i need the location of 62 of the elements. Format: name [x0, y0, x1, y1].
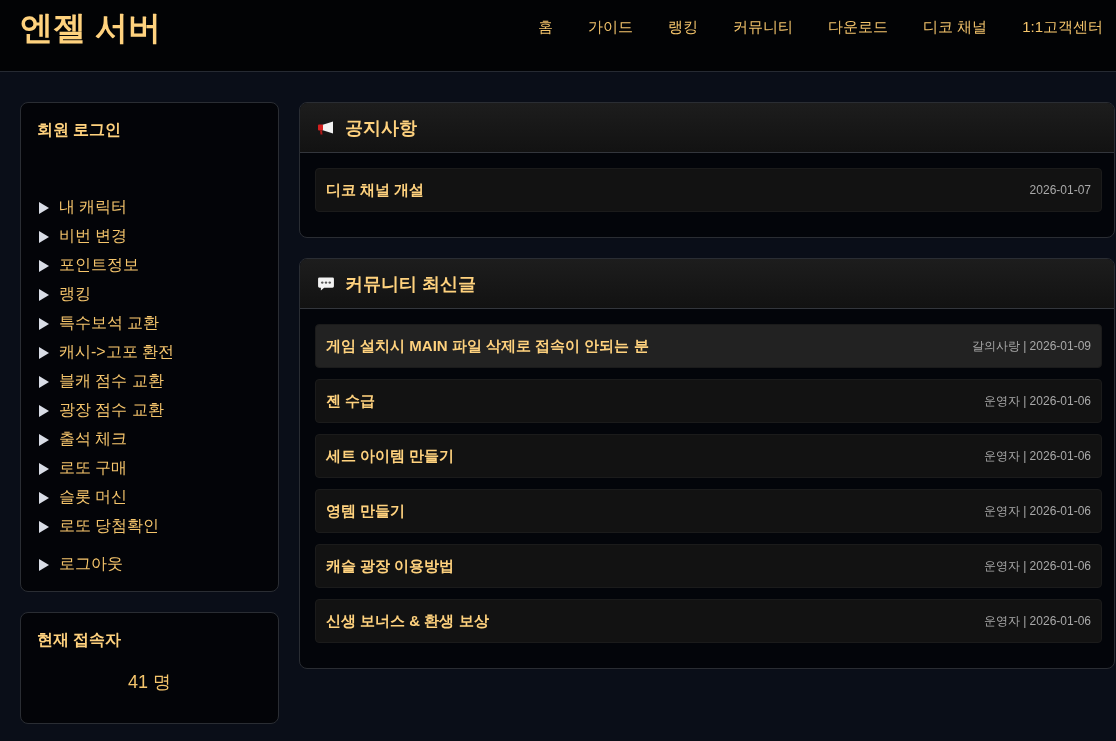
triangle-icon	[39, 317, 49, 330]
triangle-icon	[39, 375, 49, 388]
triangle-icon	[39, 491, 49, 504]
post-row[interactable]: 신생 보너스 & 환생 보상 운영자 | 2026-01-06	[315, 599, 1102, 643]
triangle-icon	[39, 259, 49, 272]
menu-link[interactable]: 로또 구매	[59, 458, 128, 479]
post-title[interactable]: 디코 채널 개설	[326, 180, 425, 200]
menu-link[interactable]: 내 캐릭터	[59, 197, 128, 218]
menu-link[interactable]: 로또 당첨확인	[59, 516, 160, 537]
post-row[interactable]: 게임 설치시 MAIN 파일 삭제로 접속이 안되는 분 갈의사랑 | 2026-01-09	[315, 324, 1102, 368]
triangle-icon	[39, 520, 49, 533]
site-logo[interactable]: 엔젤 서버	[20, 5, 162, 51]
board-title: 커뮤니티 최신글	[345, 272, 476, 296]
post-row[interactable]: 캐슬 광장 이용방법 운영자 | 2026-01-06	[315, 544, 1102, 588]
post-meta: 운영자 | 2026-01-06	[983, 447, 1091, 465]
post-title[interactable]: 젠 수급	[326, 391, 376, 411]
speech-bubble-icon	[317, 276, 335, 291]
menu-link[interactable]: 블캐 점수 교환	[59, 371, 164, 392]
triangle-icon	[39, 288, 49, 301]
post-title[interactable]: 영템 만들기	[326, 501, 406, 521]
menu-link[interactable]: 슬롯 머신	[59, 487, 128, 508]
panel-title: 회원 로그인	[37, 120, 123, 140]
triangle-icon	[39, 230, 49, 243]
post-title[interactable]: 캐슬 광장 이용방법	[326, 556, 455, 576]
nav-link[interactable]: 커뮤니티	[732, 18, 793, 37]
online-count: 41 명	[127, 671, 172, 694]
triangle-icon	[39, 404, 49, 417]
menu-link[interactable]: 출석 체크	[59, 429, 128, 450]
triangle-icon	[39, 201, 49, 214]
menu-link[interactable]: 캐시->고포 환전	[59, 342, 175, 363]
post-row[interactable]: 세트 아이템 만들기 운영자 | 2026-01-06	[315, 434, 1102, 478]
menu-link[interactable]: 포인트정보	[59, 255, 139, 276]
nav-link[interactable]: 1:1고객센터	[1022, 18, 1103, 37]
menu-link[interactable]: 특수보석 교환	[59, 313, 160, 334]
nav-link[interactable]: 디코 채널	[922, 18, 988, 37]
post-row[interactable]: 젠 수급 운영자 | 2026-01-06	[315, 379, 1102, 423]
nav-link[interactable]: 다운로드	[827, 18, 888, 37]
nav-link[interactable]: 가이드	[587, 18, 633, 37]
post-row[interactable]: 영템 만들기 운영자 | 2026-01-06	[315, 489, 1102, 533]
board-title: 공지사항	[345, 116, 417, 140]
menu-link[interactable]: 랭킹	[59, 284, 91, 305]
post-title[interactable]: 게임 설치시 MAIN 파일 삭제로 접속이 안되는 분	[326, 336, 649, 356]
post-title[interactable]: 세트 아이템 만들기	[326, 446, 455, 466]
post-title[interactable]: 신생 보너스 & 환생 보상	[326, 611, 489, 631]
post-meta: 갈의사랑 | 2026-01-09	[971, 337, 1091, 355]
post-meta: 2026-01-07	[1029, 183, 1091, 197]
triangle-icon	[39, 433, 49, 446]
triangle-icon	[39, 558, 49, 571]
post-meta: 운영자 | 2026-01-06	[983, 557, 1091, 575]
triangle-icon	[39, 462, 49, 475]
logout-link[interactable]: 로그아웃	[59, 554, 123, 575]
post-meta: 운영자 | 2026-01-06	[983, 392, 1091, 410]
menu-link[interactable]: 광장 점수 교환	[59, 400, 164, 421]
post-meta: 운영자 | 2026-01-06	[983, 502, 1091, 520]
megaphone-icon	[317, 120, 335, 135]
panel-title: 현재 접속자	[37, 630, 123, 650]
nav-link[interactable]: 홈	[537, 18, 553, 37]
post-row[interactable]: 디코 채널 개설 2026-01-07	[315, 168, 1102, 212]
menu-link[interactable]: 비번 변경	[59, 226, 128, 247]
triangle-icon	[39, 346, 49, 359]
post-meta: 운영자 | 2026-01-06	[983, 612, 1091, 630]
nav-link[interactable]: 랭킹	[667, 18, 698, 37]
